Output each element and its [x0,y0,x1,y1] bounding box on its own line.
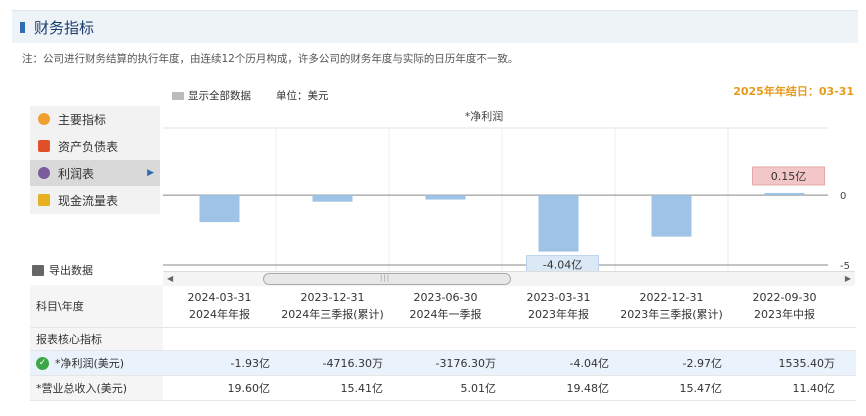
fiscal-note: 注：公司进行财务结算的执行年度，由连续12个历月构成，许多公司的财务年度与实际的… [22,53,519,65]
scroll-thumb[interactable]: ||| [263,273,511,285]
comment-icon [172,92,184,100]
chart-svg: *净利润0-5-4.04亿0.15亿 [163,109,850,272]
page-title: 财务指标 [34,19,95,37]
statement-nav: 主要指标 资产负债表 利润表 ▶ 现金流量表 [30,106,160,214]
export-label: 导出数据 [49,264,93,277]
scroll-left-icon[interactable]: ◀ [167,274,173,283]
data-label: 0.15亿 [771,170,807,183]
header-marker [20,22,25,33]
cash-flow-icon [38,194,50,206]
check-icon[interactable]: ✓ [36,356,49,370]
table-cell: -2.97亿 [682,357,722,370]
column-header: 2022-09-30 2023年中报 [728,285,841,327]
column-date: 2023-03-31 [526,291,591,304]
main-indicator-icon [38,113,50,125]
row-label-cell: ✓ *净利润(美元) [30,351,163,375]
export-icon [32,264,44,276]
column-header: 2023-03-31 2023年年报 [502,285,615,327]
nav-item-income-statement[interactable]: 利润表 ▶ [30,160,160,186]
table-row[interactable]: ✓ *净利润(美元) -1.93亿 -4716.30万 -3176.30万 -4… [30,351,856,376]
column-period: 2024年年报 [189,308,250,321]
section-header: 财务指标 [12,10,858,43]
column-period: 2023年年报 [528,308,589,321]
column-period: 2023年中报 [754,308,815,321]
scroll-right-icon[interactable]: ▶ [845,274,851,283]
table-header-row: 科目\年度 2024-03-31 2024年年报 2023-12-31 2024… [30,285,856,328]
column-date: 2023-06-30 [413,291,478,304]
show-all-data-toggle[interactable]: 显示全部数据 [172,88,251,103]
show-all-label: 显示全部数据 [188,90,251,102]
corner-label: 科目\年度 [30,285,163,327]
column-header: 2023-06-30 2024年一季报 [389,285,502,327]
bar [199,195,240,223]
table-cell: 5.01亿 [460,382,497,395]
section-row: 报表核心指标 [30,328,856,351]
table-cell: -3176.30万 [435,357,496,370]
nav-item-label: 现金流量表 [58,193,119,208]
table-row[interactable]: *营业总收入(美元) 19.60亿 15.41亿 5.01亿 19.48亿 15… [30,376,856,401]
column-header: 2024-03-31 2024年年报 [163,285,276,327]
row-label: *营业总收入(美元) [30,376,163,400]
row-label: *净利润(美元) [55,357,125,370]
bar [764,192,805,196]
active-arrow-icon: ▶ [147,168,154,178]
column-period: 2024年三季报(累计) [281,308,384,321]
nav-item-label: 资产负债表 [58,139,119,154]
balance-sheet-icon [38,140,50,152]
table-cell: 15.47亿 [679,382,723,395]
income-statement-icon [38,167,50,179]
column-period: 2023年三季报(累计) [620,308,723,321]
column-date: 2024-03-31 [187,291,252,304]
nav-item-main-indicators[interactable]: 主要指标 [30,106,160,132]
net-profit-chart: *净利润 0 -5 -4.04亿 0.15亿 [163,106,855,272]
table-cell: 19.48亿 [566,382,610,395]
fiscal-year-end: 2025年年结日：03-31 [733,85,854,98]
table-cell: -1.93亿 [230,357,270,370]
nav-item-balance-sheet[interactable]: 资产负债表 [30,133,160,159]
column-date: 2023-12-31 [300,291,365,304]
column-header: 2022-12-31 2023年三季报(累计) [615,285,728,327]
nav-item-cash-flow[interactable]: 现金流量表 [30,187,160,213]
chart-scrollbar[interactable]: ◀ ||| ▶ [163,271,855,286]
table-cell: 19.60亿 [227,382,271,395]
table-cell: 15.41亿 [340,382,384,395]
table-cell: -4716.30万 [322,357,383,370]
y-tick-label: 0 [840,191,846,202]
chart-title: *净利润 [465,109,504,123]
table-cell: -4.04亿 [569,357,609,370]
section-label: 报表核心指标 [30,328,163,350]
grip-icon: ||| [380,274,391,282]
column-date: 2022-12-31 [639,291,704,304]
bar [538,195,579,252]
bar [651,195,692,237]
table-cell: 11.40亿 [792,382,836,395]
column-date: 2022-09-30 [752,291,817,304]
unit-label: 单位：美元 [276,90,329,102]
bar [312,195,353,202]
export-data-button[interactable]: 导出数据 [32,262,93,278]
column-header: 2023-12-31 2024年三季报(累计) [276,285,389,327]
column-period: 2024年一季报 [409,308,482,321]
table-cell: 1535.40万 [778,357,836,370]
data-label: -4.04亿 [543,259,582,272]
nav-item-label: 利润表 [58,166,95,181]
bar [425,195,466,200]
nav-item-label: 主要指标 [58,112,107,127]
